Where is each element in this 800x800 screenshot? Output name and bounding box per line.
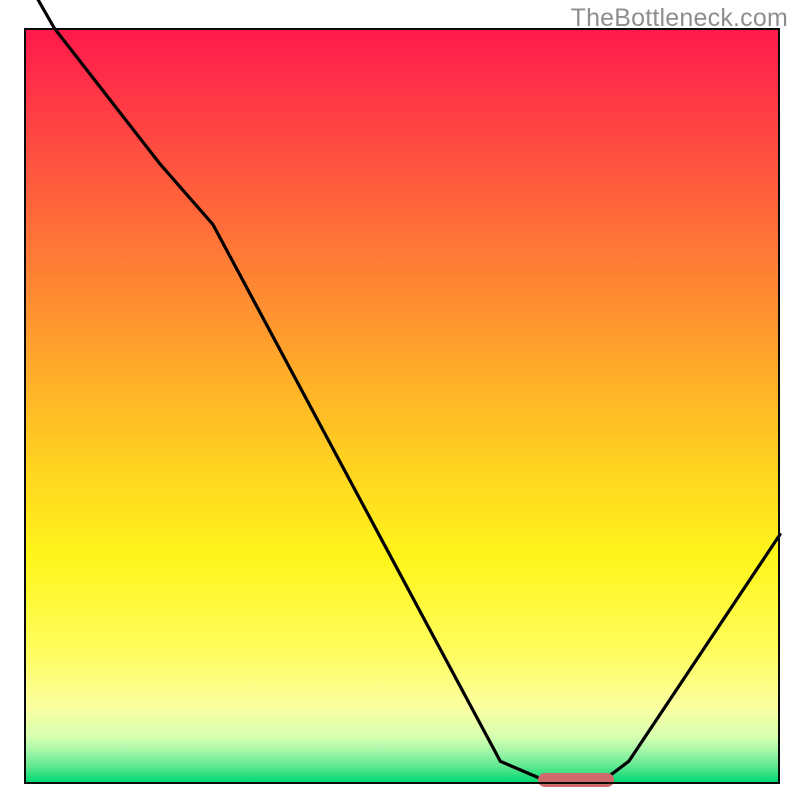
- bottleneck-curve: [24, 0, 780, 784]
- plot-area: [24, 28, 780, 784]
- bottleneck-curve-svg: [24, 28, 780, 784]
- optimal-range-marker: [538, 773, 614, 787]
- root-canvas: TheBottleneck.com: [0, 0, 800, 800]
